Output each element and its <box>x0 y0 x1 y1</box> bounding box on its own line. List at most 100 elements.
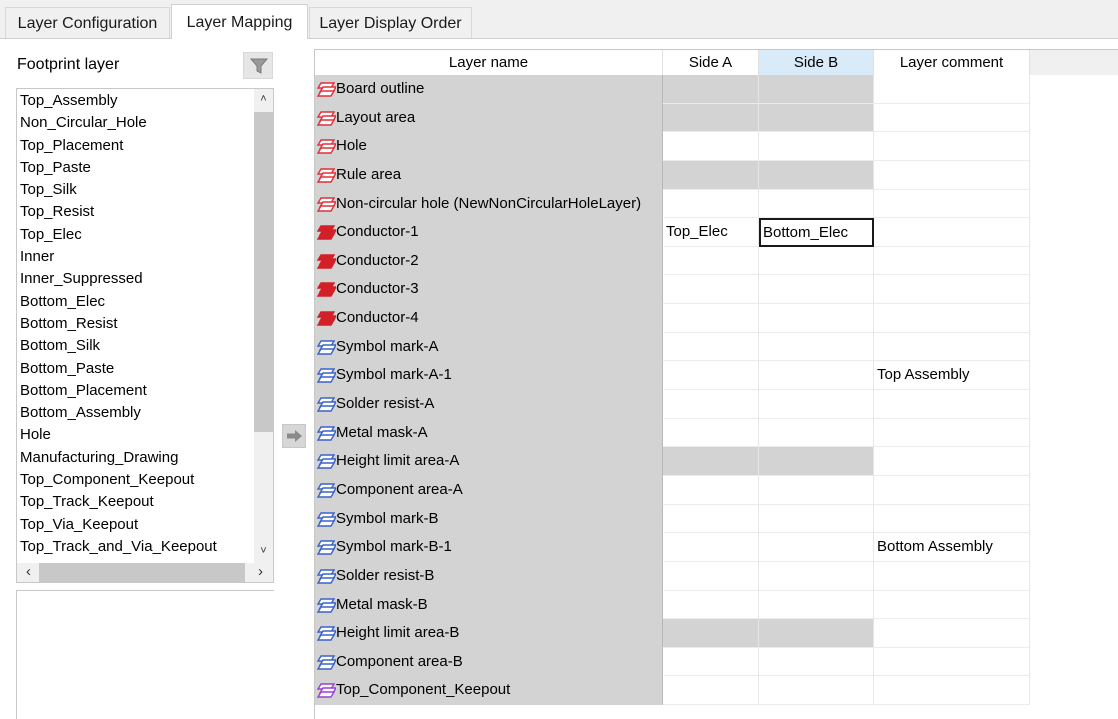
side-b-cell[interactable] <box>759 590 874 620</box>
table-row[interactable]: Symbol mark-A-1 Top Assembly <box>315 361 1030 391</box>
layer-name-cell[interactable]: Top_Component_Keepout <box>315 676 663 706</box>
side-a-cell[interactable] <box>663 189 759 219</box>
vertical-scrollbar[interactable]: ˄ ˅ <box>254 89 273 563</box>
table-row[interactable]: Top_Component_Keepout <box>315 676 1030 706</box>
side-a-cell[interactable] <box>663 504 759 534</box>
side-a-cell[interactable] <box>663 561 759 591</box>
list-item[interactable]: Bottom_Resist <box>17 313 253 335</box>
side-a-cell[interactable] <box>663 304 759 333</box>
list-item[interactable]: Top_Via_Keepout <box>17 514 253 536</box>
layer-comment-cell[interactable] <box>874 590 1030 620</box>
tab-layer-display-order[interactable]: Layer Display Order <box>309 7 472 38</box>
table-row[interactable]: Conductor-1 Top_Elec Bottom_Elec <box>315 218 1030 247</box>
list-item[interactable]: Top_Placement <box>17 135 253 157</box>
layer-comment-cell[interactable] <box>874 561 1030 591</box>
side-b-cell[interactable] <box>759 504 874 534</box>
side-a-cell[interactable] <box>663 246 759 276</box>
list-item[interactable]: Top_Paste <box>17 157 253 179</box>
side-b-cell[interactable]: Bottom_Elec <box>759 218 874 247</box>
vertical-scroll-thumb[interactable] <box>254 112 273 432</box>
filter-button[interactable] <box>243 52 273 79</box>
layer-comment-cell[interactable]: Top Assembly <box>874 361 1030 391</box>
list-item[interactable]: Inner <box>17 246 253 268</box>
side-b-cell[interactable] <box>759 676 874 706</box>
side-a-cell[interactable] <box>663 332 759 362</box>
list-item[interactable]: Bottom_Silk <box>17 335 253 357</box>
layer-comment-cell[interactable] <box>874 160 1030 190</box>
table-row[interactable]: Symbol mark-B-1 Bottom Assembly <box>315 533 1030 562</box>
side-b-cell[interactable] <box>759 533 874 562</box>
table-row[interactable]: Metal mask-B <box>315 590 1030 620</box>
layer-name-cell[interactable]: Rule area <box>315 160 663 190</box>
side-b-cell[interactable] <box>759 332 874 362</box>
layer-name-cell[interactable]: Non-circular hole (NewNonCircularHoleLay… <box>315 189 663 219</box>
list-item[interactable]: Bottom_Paste <box>17 358 253 380</box>
layer-name-cell[interactable]: Layout area <box>315 103 663 133</box>
layer-name-cell[interactable]: Height limit area-A <box>315 447 663 476</box>
side-a-cell[interactable] <box>663 533 759 562</box>
list-item[interactable]: Top_Assembly <box>17 90 253 112</box>
table-row[interactable]: Symbol mark-B <box>315 504 1030 534</box>
scroll-right-icon[interactable]: › <box>251 563 270 583</box>
side-b-cell[interactable] <box>759 619 874 648</box>
side-b-cell[interactable] <box>759 304 874 333</box>
layer-name-cell[interactable]: Solder resist-A <box>315 390 663 419</box>
list-item[interactable]: Top_Track_Keepout <box>17 491 253 513</box>
list-item[interactable]: Non_Circular_Hole <box>17 112 253 134</box>
side-b-cell[interactable] <box>759 160 874 190</box>
list-item[interactable]: Bottom_Elec <box>17 291 253 313</box>
side-a-cell[interactable] <box>663 619 759 648</box>
side-a-cell[interactable] <box>663 590 759 620</box>
layer-name-cell[interactable]: Symbol mark-A-1 <box>315 361 663 391</box>
column-header-side-b[interactable]: Side B <box>759 50 874 75</box>
table-row[interactable]: Metal mask-A <box>315 418 1030 448</box>
layer-comment-cell[interactable] <box>874 475 1030 505</box>
side-b-cell[interactable] <box>759 390 874 419</box>
column-header-layer-comment[interactable]: Layer comment <box>874 50 1030 75</box>
layer-comment-cell[interactable] <box>874 390 1030 419</box>
horizontal-scrollbar[interactable]: ‹ › <box>17 563 273 582</box>
side-a-cell[interactable] <box>663 475 759 505</box>
side-b-cell[interactable] <box>759 246 874 276</box>
layer-name-cell[interactable]: Height limit area-B <box>315 619 663 648</box>
table-row[interactable]: Non-circular hole (NewNonCircularHoleLay… <box>315 189 1030 219</box>
column-header-side-a[interactable]: Side A <box>663 50 759 75</box>
side-a-cell[interactable] <box>663 132 759 161</box>
layer-comment-cell[interactable] <box>874 619 1030 648</box>
column-header-layer-name[interactable]: Layer name <box>315 50 663 75</box>
table-row[interactable]: Component area-A <box>315 475 1030 505</box>
side-a-cell[interactable] <box>663 275 759 305</box>
side-a-cell[interactable] <box>663 418 759 448</box>
layer-comment-cell[interactable] <box>874 103 1030 133</box>
list-item[interactable]: Bottom_Assembly <box>17 402 253 424</box>
layer-name-cell[interactable]: Symbol mark-A <box>315 332 663 362</box>
assign-layer-button[interactable] <box>282 424 306 448</box>
side-a-cell[interactable] <box>663 103 759 133</box>
layer-comment-cell[interactable]: Bottom Assembly <box>874 533 1030 562</box>
table-row[interactable]: Hole <box>315 132 1030 161</box>
layer-comment-cell[interactable] <box>874 246 1030 276</box>
table-row[interactable]: Solder resist-B <box>315 561 1030 591</box>
side-a-cell[interactable] <box>663 676 759 706</box>
scroll-left-icon[interactable]: ‹ <box>19 563 38 583</box>
side-b-cell[interactable] <box>759 132 874 161</box>
layer-comment-cell[interactable] <box>874 647 1030 677</box>
layer-name-cell[interactable]: Hole <box>315 132 663 161</box>
side-b-cell[interactable] <box>759 189 874 219</box>
side-a-cell[interactable] <box>663 361 759 391</box>
table-row[interactable]: Component area-B <box>315 647 1030 677</box>
side-b-cell[interactable] <box>759 475 874 505</box>
side-a-cell[interactable] <box>663 160 759 190</box>
side-b-cell[interactable] <box>759 103 874 133</box>
layer-comment-cell[interactable] <box>874 275 1030 305</box>
layer-comment-cell[interactable] <box>874 132 1030 161</box>
layer-name-cell[interactable]: Solder resist-B <box>315 561 663 591</box>
layer-comment-cell[interactable] <box>874 447 1030 476</box>
list-item[interactable]: Hole <box>17 424 253 446</box>
side-b-cell[interactable] <box>759 447 874 476</box>
list-item[interactable]: Top_Elec <box>17 224 253 246</box>
layer-comment-cell[interactable] <box>874 676 1030 706</box>
side-b-cell[interactable] <box>759 418 874 448</box>
layer-name-cell[interactable]: Conductor-2 <box>315 246 663 276</box>
side-a-cell[interactable] <box>663 75 759 104</box>
